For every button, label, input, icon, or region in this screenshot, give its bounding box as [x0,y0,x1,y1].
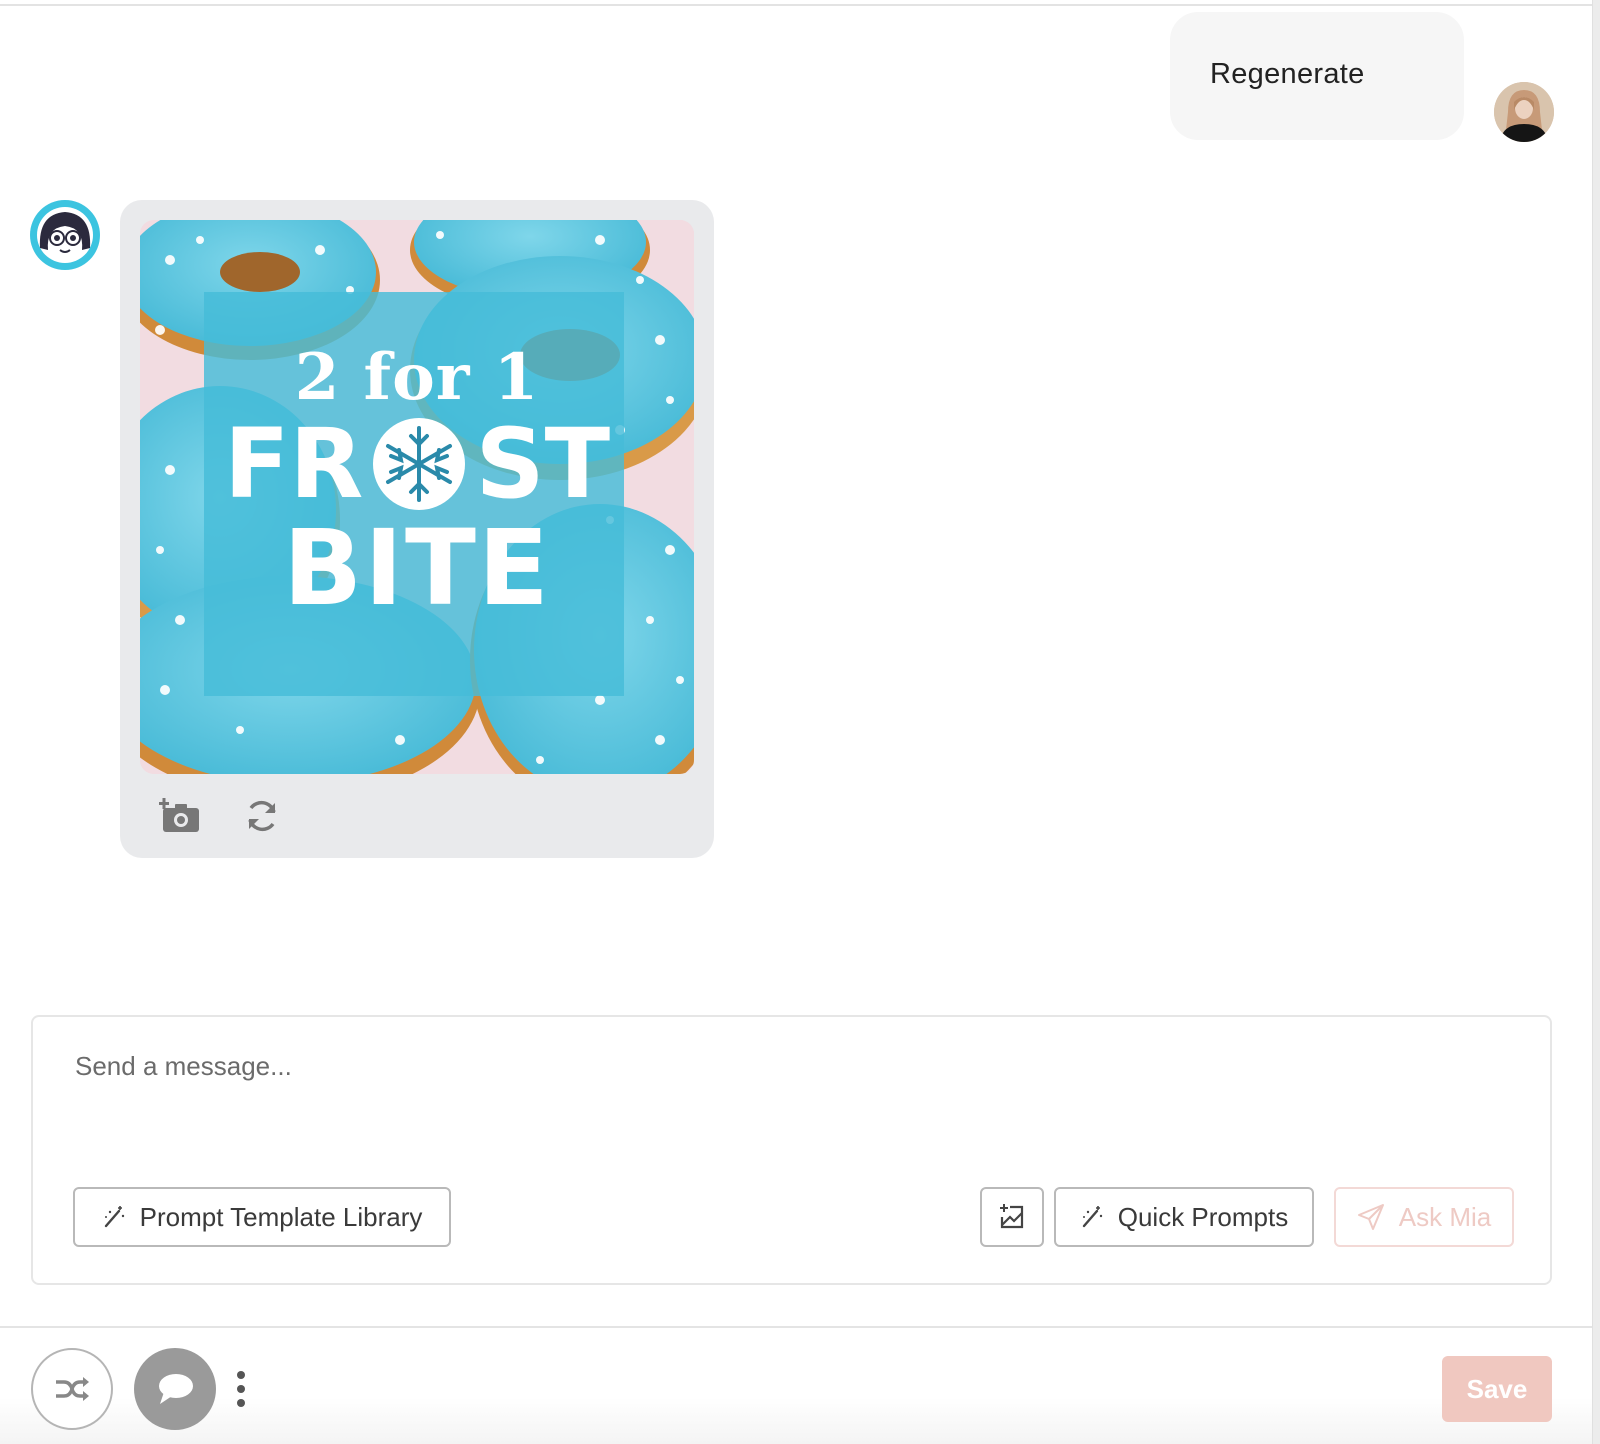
image-headline: 2 for 1 [294,340,540,415]
magic-wand-icon [104,1206,124,1228]
more-options-button[interactable] [230,1368,252,1410]
refresh-icon [248,800,276,832]
image-title-line2: BITE [283,507,551,629]
more-vertical-icon-dot [237,1385,245,1393]
magic-wand-icon [1082,1206,1102,1228]
title-right: ST [475,408,611,520]
scrollbar[interactable] [1592,0,1600,1444]
ask-mia-label: Ask Mia [1398,1201,1492,1232]
message-composer: Prompt Template Library Quick Prompts As… [31,1015,1552,1285]
save-button[interactable]: Save [1442,1356,1552,1422]
bot-message-card: 2 for 1 FR ST BITE [120,200,714,858]
user-message-text: Regenerate [1210,57,1365,90]
message-input[interactable] [75,1051,1495,1141]
title-left: FR [223,408,364,520]
image-actions [158,794,284,838]
add-photo-icon [159,798,199,832]
chat-mode-button[interactable] [134,1348,216,1430]
shuffle-button[interactable] [31,1348,113,1430]
more-vertical-icon-dot [237,1399,245,1407]
chat-bubble-icon [159,1374,193,1404]
top-divider [0,0,1592,6]
mia-bot-avatar-icon [37,207,93,263]
snowflake-icon [373,418,466,510]
quick-prompts-label: Quick Prompts [1117,1201,1289,1232]
add-image-button[interactable] [980,1187,1044,1247]
footer-toolbar: Save [0,1328,1592,1444]
user-avatar [1494,82,1554,142]
user-avatar-photo-icon [1494,82,1554,142]
ask-mia-button[interactable]: Ask Mia [1334,1187,1514,1247]
more-vertical-icon-dot [237,1371,245,1379]
image-title-line1: FR ST [140,416,694,512]
user-message-bubble: Regenerate [1170,12,1464,140]
quick-prompts-button[interactable]: Quick Prompts [1054,1187,1314,1247]
generated-image[interactable]: 2 for 1 FR ST BITE [140,220,694,774]
send-icon [1357,1204,1384,1230]
prompt-template-library-button[interactable]: Prompt Template Library [73,1187,451,1247]
prompt-template-library-label: Prompt Template Library [139,1201,423,1232]
add-photo-button[interactable] [158,794,202,838]
regenerate-image-button[interactable] [240,794,284,838]
bot-avatar [30,200,100,270]
shuffle-icon [56,1377,89,1401]
add-image-icon [1000,1204,1024,1229]
